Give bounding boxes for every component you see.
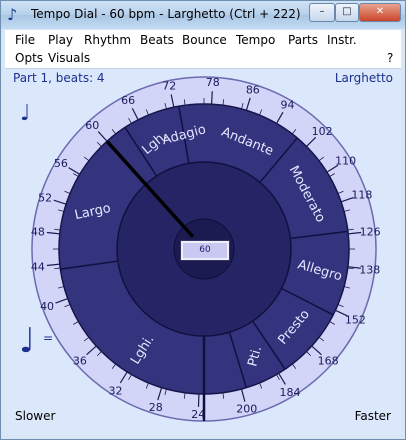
menu-bounce[interactable]: Bounce	[182, 31, 227, 49]
menu-tempo[interactable]: Tempo	[236, 31, 275, 49]
menu-instr[interactable]: Instr.	[327, 31, 357, 49]
dial-tick-78	[210, 91, 213, 105]
tick-label-110: 110	[335, 155, 356, 168]
close-button[interactable]: ✕	[359, 3, 401, 22]
tick-label-66: 66	[121, 94, 135, 107]
menu-parts[interactable]: Parts	[288, 31, 318, 49]
tick-label-36: 36	[73, 355, 87, 368]
tick-label-94: 94	[281, 98, 295, 111]
menu-bar: File Play Rhythm Beats Bounce Tempo Part…	[5, 30, 401, 69]
tick-label-56: 56	[54, 157, 68, 170]
tick-label-102: 102	[312, 125, 333, 138]
menu-rhythm[interactable]: Rhythm	[84, 31, 131, 49]
tick-label-60: 60	[85, 119, 99, 132]
tick-label-32: 32	[109, 385, 123, 398]
menu-file[interactable]: File	[15, 31, 35, 49]
tick-label-44: 44	[31, 260, 45, 273]
tick-label-72: 72	[162, 80, 176, 93]
menu-beats[interactable]: Beats	[140, 31, 174, 49]
tick-label-184: 184	[280, 386, 301, 399]
tick-label-40: 40	[40, 300, 54, 313]
title-bar[interactable]: ♪ Tempo Dial - 60 bpm - Larghetto (Ctrl …	[1, 1, 405, 29]
menu-opts[interactable]: Opts	[15, 49, 43, 67]
tick-label-118: 118	[351, 189, 372, 202]
tick-label-126: 126	[360, 226, 381, 239]
menu-help[interactable]: ?	[387, 49, 393, 67]
window-title: Tempo Dial - 60 bpm - Larghetto (Ctrl + …	[31, 7, 301, 21]
tick-label-200: 200	[236, 402, 257, 415]
app-icon: ♪	[7, 5, 18, 24]
tick-label-78: 78	[206, 76, 220, 89]
tempo-dial-window: ♪ Tempo Dial - 60 bpm - Larghetto (Ctrl …	[0, 0, 406, 440]
tick-label-48: 48	[31, 226, 45, 239]
bpm-readout[interactable]: 60	[180, 240, 230, 261]
tick-label-152: 152	[345, 314, 366, 327]
minimize-button[interactable]: –	[309, 3, 335, 22]
tick-label-86: 86	[246, 83, 260, 96]
tick-label-52: 52	[38, 191, 52, 204]
menu-play[interactable]: Play	[48, 31, 73, 49]
maximize-button[interactable]: □	[335, 3, 359, 22]
tick-label-28: 28	[149, 401, 163, 414]
tick-label-168: 168	[318, 355, 339, 368]
tick-label-138: 138	[359, 263, 380, 276]
menu-visuals[interactable]: Visuals	[48, 49, 90, 67]
